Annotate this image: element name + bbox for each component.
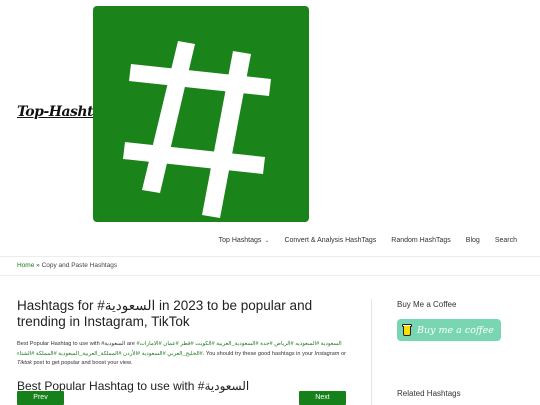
coffee-widget-title: Buy Me a Coffee bbox=[397, 300, 457, 309]
buy-me-a-coffee-button[interactable]: Buy me a coffee bbox=[397, 319, 501, 341]
sidebar-divider bbox=[371, 299, 372, 405]
intro-prefix: Best Popular Hashtag to use with #السعود… bbox=[17, 341, 135, 347]
intro-suffix-1: . You should try these good hashtags in … bbox=[202, 350, 313, 357]
divider bbox=[0, 256, 540, 257]
hashtag-logo-icon bbox=[123, 41, 271, 218]
article-title: Hashtags for #السعودية in 2023 to be pop… bbox=[17, 298, 313, 329]
nav-search[interactable]: Search bbox=[495, 237, 517, 244]
related-hashtags-title: Related Hashtags bbox=[397, 389, 461, 398]
nav-blog[interactable]: Blog bbox=[466, 237, 480, 244]
nav-top-hashtags[interactable]: Top Hashtags ⌄ bbox=[219, 237, 270, 244]
breadcrumb-current: Copy and Paste Hashtags bbox=[41, 262, 118, 269]
nav-convert-analysis[interactable]: Convert & Analysis HashTags bbox=[284, 237, 376, 244]
intro-suffix-2: post to get popular and boost your view. bbox=[33, 360, 133, 366]
nav-top-hashtags-label: Top Hashtags bbox=[218, 237, 262, 244]
intro-tiktok: Tiktok bbox=[17, 360, 32, 366]
divider bbox=[0, 275, 540, 276]
article: Hashtags for #السعودية in 2023 to be pop… bbox=[17, 298, 352, 394]
main-nav: Top Hashtags ⌄ Convert & Analysis HashTag… bbox=[219, 237, 517, 244]
coffee-cup-icon bbox=[402, 324, 412, 336]
coffee-button-label: Buy me a coffee bbox=[417, 324, 494, 336]
site-logo[interactable] bbox=[93, 6, 309, 222]
sidebar: Buy Me a Coffee Buy me a coffee bbox=[397, 300, 527, 341]
nav-random-hashtags[interactable]: Random HashTags bbox=[391, 237, 451, 244]
breadcrumb-home-link[interactable]: Home bbox=[17, 262, 34, 269]
chevron-down-icon: ⌄ bbox=[264, 238, 270, 244]
intro-instagram: Instagram bbox=[314, 350, 340, 357]
breadcrumb: Home » Copy and Paste Hashtags bbox=[17, 262, 117, 269]
next-button[interactable]: Next bbox=[299, 391, 346, 405]
intro-or: or bbox=[340, 350, 346, 357]
breadcrumb-separator: » bbox=[34, 262, 42, 269]
pager: Prev Next bbox=[17, 391, 346, 405]
prev-button[interactable]: Prev bbox=[17, 391, 64, 405]
article-intro: Best Popular Hashtag to use with #السعود… bbox=[17, 340, 352, 369]
